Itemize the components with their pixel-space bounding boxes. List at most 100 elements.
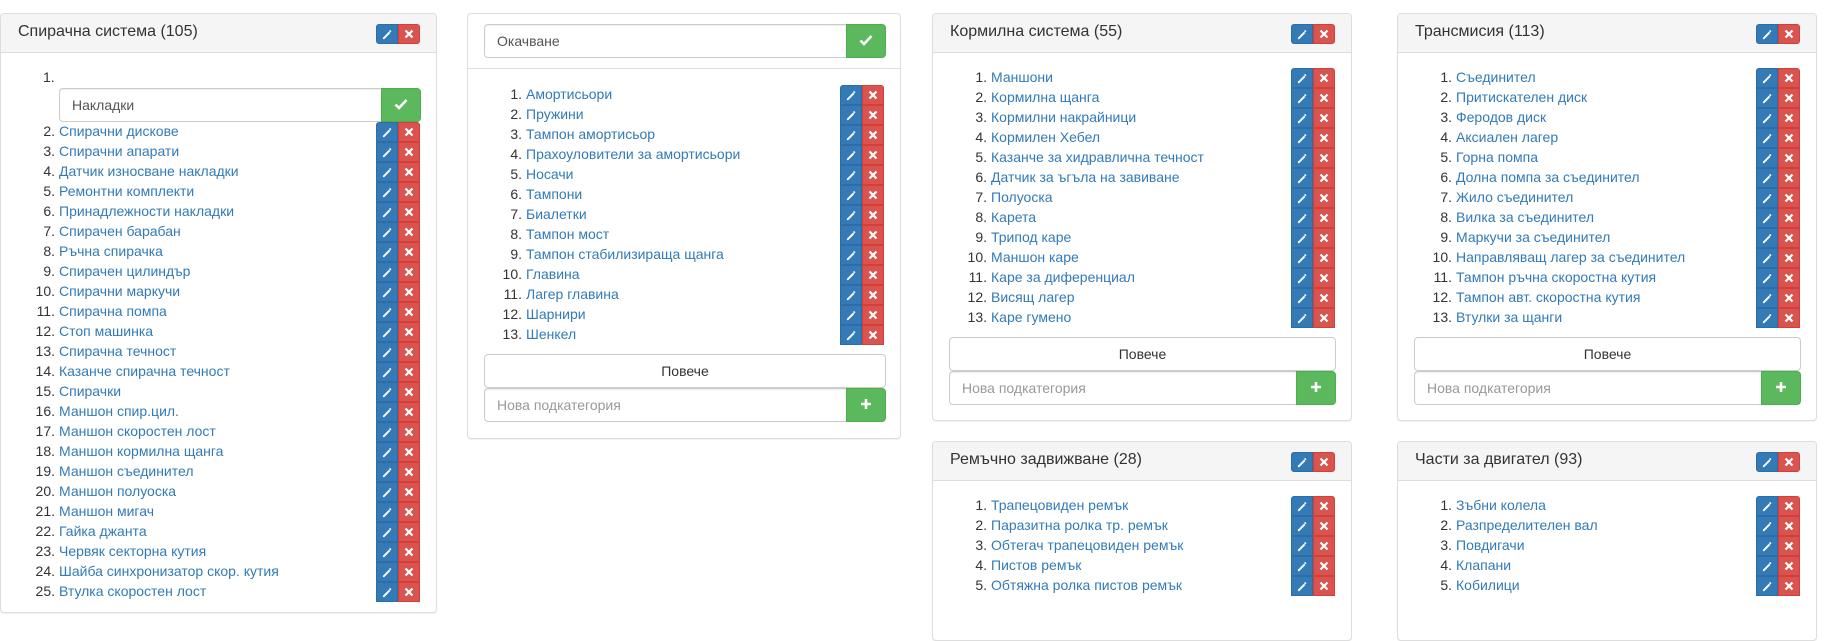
edit-button[interactable] xyxy=(1291,452,1313,472)
subcategory-link[interactable]: Спирачни дискове xyxy=(59,123,179,139)
delete-button[interactable] xyxy=(1313,188,1335,208)
subcategory-link[interactable]: Спирачна течност xyxy=(59,343,176,359)
subcategory-link[interactable]: Тампон ръчна скоростна кутия xyxy=(1456,269,1656,285)
edit-button[interactable] xyxy=(840,85,862,105)
edit-button[interactable] xyxy=(1756,536,1778,556)
subcategory-link[interactable]: Маншони xyxy=(991,69,1053,85)
delete-button[interactable] xyxy=(1313,496,1335,516)
delete-button[interactable] xyxy=(398,542,420,562)
subcategory-link[interactable]: Шенкел xyxy=(526,326,576,342)
add-button[interactable] xyxy=(1296,371,1336,405)
edit-button[interactable] xyxy=(376,402,398,422)
delete-button[interactable] xyxy=(862,125,884,145)
subcategory-link[interactable]: Втулки за щанги xyxy=(1456,309,1562,325)
edit-button[interactable] xyxy=(376,542,398,562)
edit-button[interactable] xyxy=(1291,128,1313,148)
edit-button[interactable] xyxy=(840,225,862,245)
subcategory-link[interactable]: Каре за диференциал xyxy=(991,269,1135,285)
more-button[interactable]: Повече xyxy=(1414,337,1801,371)
subcategory-link[interactable]: Жило съединител xyxy=(1456,189,1573,205)
delete-button[interactable] xyxy=(1778,516,1800,536)
delete-button[interactable] xyxy=(1778,268,1800,288)
subcategory-link[interactable]: Маншон спир.цил. xyxy=(59,403,179,419)
subcategory-link[interactable]: Казанче за хидравлична течност xyxy=(991,149,1204,165)
delete-button[interactable] xyxy=(862,185,884,205)
subcategory-link[interactable]: Маншон каре xyxy=(991,249,1079,265)
edit-button[interactable] xyxy=(840,205,862,225)
subcategory-link[interactable]: Зъбни колела xyxy=(1456,497,1546,513)
delete-button[interactable] xyxy=(862,285,884,305)
confirm-button[interactable] xyxy=(846,24,886,58)
subcategory-link[interactable]: Повдигачи xyxy=(1456,537,1525,553)
subcategory-link[interactable]: Тампон мост xyxy=(526,226,609,242)
subcategory-link[interactable]: Долна помпа за съединител xyxy=(1456,169,1640,185)
subcategory-link[interactable]: Носачи xyxy=(526,166,574,182)
edit-button[interactable] xyxy=(1756,148,1778,168)
delete-button[interactable] xyxy=(862,265,884,285)
delete-button[interactable] xyxy=(398,562,420,582)
delete-button[interactable] xyxy=(862,325,884,345)
delete-button[interactable] xyxy=(398,522,420,542)
delete-button[interactable] xyxy=(398,282,420,302)
edit-button[interactable] xyxy=(1756,268,1778,288)
delete-button[interactable] xyxy=(398,442,420,462)
delete-button[interactable] xyxy=(398,322,420,342)
edit-button[interactable] xyxy=(1291,228,1313,248)
delete-button[interactable] xyxy=(1313,308,1335,328)
new-subcategory-input[interactable]: Нова подкатегория xyxy=(1414,371,1761,405)
subcategory-link[interactable]: Шайба синхронизатор скор. кутия xyxy=(59,563,279,579)
edit-button[interactable] xyxy=(376,562,398,582)
subcategory-link[interactable]: Кормилен Хебел xyxy=(991,129,1100,145)
delete-button[interactable] xyxy=(398,202,420,222)
delete-button[interactable] xyxy=(1313,268,1335,288)
subcategory-link[interactable]: Направляващ лагер за съединител xyxy=(1456,249,1685,265)
edit-button[interactable] xyxy=(1756,496,1778,516)
edit-button[interactable] xyxy=(1756,68,1778,88)
edit-button[interactable] xyxy=(1291,516,1313,536)
subcategory-link[interactable]: Главина xyxy=(526,266,580,282)
delete-button[interactable] xyxy=(398,302,420,322)
subcategory-link[interactable]: Стоп машинка xyxy=(59,323,153,339)
subcategory-link[interactable]: Полуоска xyxy=(991,189,1053,205)
edit-button[interactable] xyxy=(376,182,398,202)
subcategory-link[interactable]: Тампон стабилизираща щанга xyxy=(526,246,724,262)
subcategory-link[interactable]: Датчик за ъгъла на завиване xyxy=(991,169,1180,185)
subcategory-link[interactable]: Клапани xyxy=(1456,557,1511,573)
delete-button[interactable] xyxy=(1778,288,1800,308)
edit-button[interactable] xyxy=(1756,168,1778,188)
delete-button[interactable] xyxy=(398,182,420,202)
subcategory-link[interactable]: Трапецовиден ремък xyxy=(991,497,1128,513)
subcategory-link[interactable]: Феродов диск xyxy=(1456,109,1546,125)
delete-button[interactable] xyxy=(1313,168,1335,188)
subcategory-link[interactable]: Маншон съединител xyxy=(59,463,194,479)
edit-button[interactable] xyxy=(840,145,862,165)
subcategory-link[interactable]: Спирачки xyxy=(59,383,121,399)
edit-button[interactable] xyxy=(1291,24,1313,44)
subcategory-link[interactable]: Датчик износване накладки xyxy=(59,163,239,179)
delete-button[interactable] xyxy=(1313,68,1335,88)
edit-button[interactable] xyxy=(376,582,398,602)
delete-button[interactable] xyxy=(1778,576,1800,596)
edit-button[interactable] xyxy=(1756,208,1778,228)
delete-button[interactable] xyxy=(1778,88,1800,108)
delete-button[interactable] xyxy=(1778,248,1800,268)
edit-button[interactable] xyxy=(1291,68,1313,88)
subcategory-link[interactable]: Вилка за съединител xyxy=(1456,209,1594,225)
subcategory-link[interactable]: Маншон скоростен лост xyxy=(59,423,216,439)
subcategory-link[interactable]: Висящ лагер xyxy=(991,289,1074,305)
subcategory-link[interactable]: Пистов ремък xyxy=(991,557,1081,573)
edit-button[interactable] xyxy=(840,285,862,305)
edit-button[interactable] xyxy=(840,105,862,125)
edit-button[interactable] xyxy=(1291,88,1313,108)
edit-button[interactable] xyxy=(840,265,862,285)
edit-button[interactable] xyxy=(1291,308,1313,328)
edit-button[interactable] xyxy=(1756,24,1778,44)
subcategory-link[interactable]: Трипод каре xyxy=(991,229,1071,245)
edit-button[interactable] xyxy=(1291,496,1313,516)
delete-button[interactable] xyxy=(1778,108,1800,128)
delete-button[interactable] xyxy=(1778,308,1800,328)
subcategory-link[interactable]: Обтяжна ролка пистов ремък xyxy=(991,577,1182,593)
subcategory-link[interactable]: Тампон авт. скоростна кутия xyxy=(1456,289,1640,305)
delete-button[interactable] xyxy=(398,262,420,282)
subcategory-link[interactable]: Кобилици xyxy=(1456,577,1520,593)
